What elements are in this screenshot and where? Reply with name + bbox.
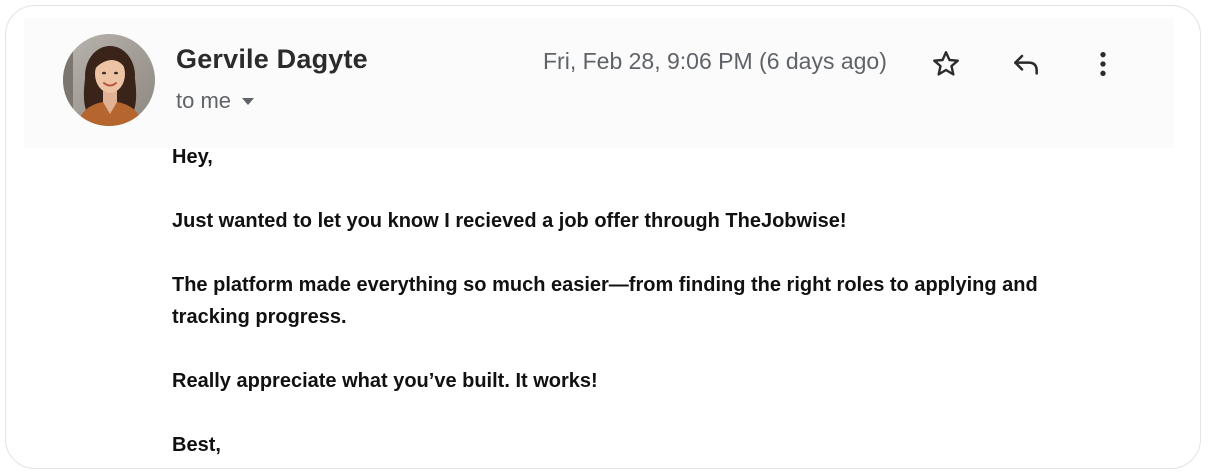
body-paragraph-3: Really appreciate what you’ve built. It … [172, 370, 598, 392]
more-vertical-icon [1100, 52, 1106, 76]
body-paragraph-1: Just wanted to let you know I recieved a… [172, 210, 847, 232]
caret-down-icon [242, 97, 255, 105]
recipient-label: to me [176, 88, 232, 113]
email-body: Hey, Just wanted to let you know I recie… [172, 141, 1112, 468]
email-timestamp: Fri, Feb 28, 9:06 PM (6 days ago) [543, 48, 887, 74]
sender-name[interactable]: Gervile Dagyte [176, 44, 368, 75]
more-options-button[interactable] [1083, 44, 1123, 84]
star-button[interactable] [926, 44, 966, 84]
avatar-image [63, 34, 155, 126]
reply-button[interactable] [1006, 44, 1046, 84]
body-paragraph-2: The platform made everything so much eas… [172, 274, 1038, 328]
email-header [24, 18, 1174, 148]
body-greeting: Hey, [172, 146, 213, 168]
sender-avatar[interactable] [63, 34, 155, 126]
reply-icon [1014, 54, 1038, 75]
body-signoff: Best, [172, 434, 221, 456]
recipient-dropdown[interactable]: to me [176, 88, 255, 114]
email-card: Gervile Dagyte to me Fri, Feb 28, 9:06 P… [5, 5, 1201, 469]
star-icon [933, 51, 959, 76]
